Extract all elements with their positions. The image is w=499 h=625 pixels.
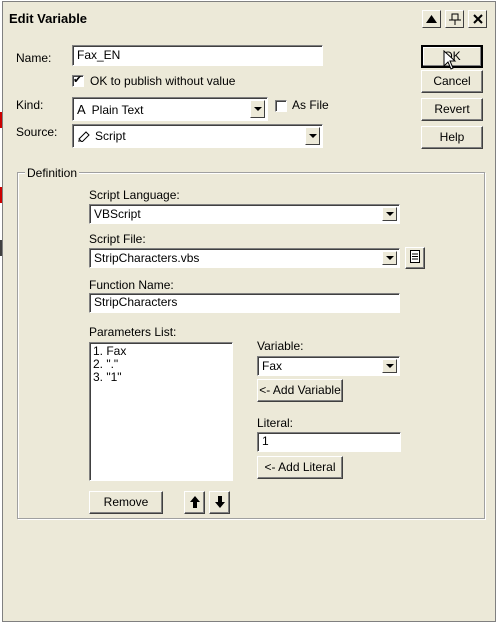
- add-literal-button[interactable]: <- Add Literal: [257, 456, 343, 479]
- window-title: Edit Variable: [9, 11, 88, 26]
- script-file-select[interactable]: StripCharacters.vbs: [89, 248, 400, 268]
- literal-label: Literal:: [257, 416, 294, 430]
- definition-group: [17, 172, 485, 519]
- source-select[interactable]: Script: [72, 124, 323, 148]
- move-down-button[interactable]: [209, 491, 230, 514]
- script-language-value: VBScript: [94, 207, 141, 221]
- up-arrow-icon[interactable]: [422, 10, 441, 28]
- chevron-down-icon[interactable]: [382, 359, 397, 373]
- chevron-down-icon[interactable]: [382, 207, 397, 221]
- variable-label: Variable:: [257, 339, 304, 353]
- source-value: Script: [95, 129, 126, 143]
- name-label: Name:: [16, 51, 52, 65]
- revert-button[interactable]: Revert: [421, 98, 483, 121]
- as-file-checkbox[interactable]: [275, 100, 287, 112]
- script-language-select[interactable]: VBScript: [89, 204, 400, 224]
- publish-checkbox[interactable]: ✔: [72, 74, 84, 87]
- definition-legend: Definition: [25, 166, 80, 180]
- kind-label: Kind:: [16, 98, 44, 112]
- edit-variable-dialog: Edit Variable Name: Fax_EN ✔ OK to publi…: [2, 1, 496, 622]
- script-file-label: Script File:: [89, 232, 146, 246]
- script-icon: [78, 131, 90, 143]
- cancel-button[interactable]: Cancel: [421, 70, 483, 93]
- kind-value: Plain Text: [91, 103, 144, 117]
- plain-text-icon: A: [77, 102, 86, 117]
- as-file-label: As File: [292, 98, 329, 112]
- chevron-down-icon[interactable]: [305, 127, 320, 145]
- document-icon: [410, 250, 420, 263]
- close-icon[interactable]: [468, 10, 487, 28]
- parameters-list-label: Parameters List:: [89, 325, 177, 339]
- add-variable-button[interactable]: <- Add Variable: [257, 379, 343, 402]
- script-language-label: Script Language:: [89, 188, 180, 202]
- parameters-list[interactable]: 1. Fax 2. "." 3. "1": [89, 342, 233, 481]
- script-file-value: StripCharacters.vbs: [94, 251, 200, 265]
- literal-field[interactable]: 1: [257, 432, 401, 452]
- help-button[interactable]: Help: [421, 126, 483, 149]
- arrow-up-icon: [189, 496, 200, 508]
- name-field[interactable]: Fax_EN: [72, 45, 323, 66]
- title-bar: Edit Variable: [3, 2, 495, 33]
- publish-label: OK to publish without value: [90, 74, 236, 88]
- chevron-down-icon[interactable]: [250, 100, 265, 118]
- list-item[interactable]: 3. "1": [93, 371, 229, 384]
- mouse-cursor-icon: [443, 50, 457, 70]
- move-up-button[interactable]: [184, 491, 205, 514]
- source-label: Source:: [16, 125, 58, 139]
- variable-select[interactable]: Fax: [257, 356, 400, 376]
- remove-button[interactable]: Remove: [89, 491, 163, 514]
- variable-value: Fax: [262, 359, 283, 373]
- check-mark-icon: ✔: [73, 74, 83, 86]
- browse-script-button[interactable]: [405, 247, 425, 269]
- function-name-label: Function Name:: [89, 278, 174, 292]
- arrow-down-icon: [214, 496, 225, 508]
- chevron-down-icon[interactable]: [382, 251, 397, 265]
- kind-select[interactable]: A Plain Text: [72, 97, 268, 121]
- pin-icon[interactable]: [445, 10, 464, 28]
- function-name-field[interactable]: StripCharacters: [89, 293, 400, 313]
